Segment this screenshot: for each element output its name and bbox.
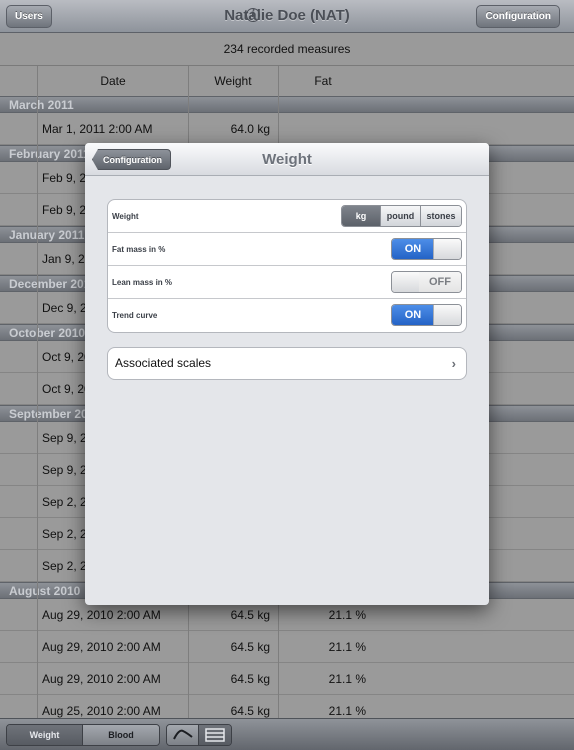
unit-segmented-control: kg pound stones (341, 205, 462, 227)
bottom-toolbar: Weight Blood pressure (0, 718, 574, 750)
unit-kg-option[interactable]: kg (342, 206, 381, 226)
fat-mass-row: Fat mass in % ON (108, 233, 466, 266)
table-row[interactable]: Aug 29, 2010 2:00 AM 64.5 kg 21.1 % (0, 663, 574, 695)
row-date: Aug 29, 2010 2:00 AM (42, 640, 161, 654)
column-header-weight[interactable]: Weight (188, 66, 278, 96)
toggle-knob (433, 239, 461, 259)
column-divider (37, 66, 38, 718)
trend-graph-icon[interactable] (167, 725, 199, 745)
measures-count: 234 recorded measures (0, 33, 574, 66)
column-header-date[interactable]: Date (38, 66, 188, 96)
row-weight: 64.5 kg (230, 640, 270, 654)
row-date: Aug 25, 2010 2:00 AM (42, 704, 161, 718)
unit-stones-option[interactable]: stones (421, 206, 461, 226)
lean-mass-toggle[interactable]: OFF (391, 271, 462, 293)
toggle-knob (392, 272, 420, 292)
row-weight: 64.0 kg (230, 122, 270, 136)
row-fat: 21.1 % (328, 640, 366, 654)
view-mode-segmented-control (166, 724, 232, 746)
row-fat: 21.1 % (328, 704, 366, 718)
toggle-knob (433, 305, 461, 325)
popover-navigation-bar: Weight Configuration (85, 143, 489, 176)
measure-type-segmented-control: Weight Blood pressure (6, 724, 160, 746)
configuration-back-button[interactable]: Configuration (92, 149, 171, 170)
section-header: March 2011 (0, 96, 574, 113)
lean-mass-label: Lean mass in % (112, 278, 173, 287)
list-icon[interactable] (199, 725, 231, 745)
row-date: Aug 29, 2010 2:00 AM (42, 672, 161, 686)
unit-pound-option[interactable]: pound (381, 206, 421, 226)
fat-mass-label: Fat mass in % (112, 245, 166, 254)
info-icon[interactable]: i (246, 8, 260, 22)
row-date: Mar 1, 2011 2:00 AM (42, 122, 153, 136)
column-header: Date Weight Fat (0, 66, 574, 96)
weight-unit-label: Weight (112, 212, 139, 221)
trend-curve-label: Trend curve (112, 311, 158, 320)
weight-unit-row: Weight kg pound stones (108, 200, 466, 233)
associated-scales-row[interactable]: Associated scales › (107, 347, 467, 380)
blood-pressure-tab[interactable]: Blood pressure (83, 725, 159, 745)
column-header-fat[interactable]: Fat (278, 66, 368, 96)
toggle-state-text: ON (392, 305, 434, 325)
chevron-right-icon: › (451, 356, 456, 371)
associated-scales-label: Associated scales (115, 356, 212, 370)
lean-mass-row: Lean mass in % OFF (108, 266, 466, 299)
configuration-button[interactable]: Configuration (476, 5, 560, 28)
fat-mass-toggle[interactable]: ON (391, 238, 462, 260)
row-weight: 64.5 kg (230, 704, 270, 718)
table-row[interactable]: Aug 25, 2010 2:00 AM 64.5 kg 21.1 % (0, 695, 574, 718)
trend-curve-row: Trend curve ON (108, 299, 466, 332)
trend-curve-toggle[interactable]: ON (391, 304, 462, 326)
top-navigation-bar: Users Natalie Doe (NAT) i Configuration (0, 0, 574, 33)
table-row[interactable]: Aug 29, 2010 2:00 AM 64.5 kg 21.1 % (0, 631, 574, 663)
row-weight: 64.5 kg (230, 672, 270, 686)
toggle-state-text: ON (392, 239, 434, 259)
toggle-state-text: OFF (419, 272, 461, 292)
settings-group: Weight kg pound stones Fat mass in % ON … (107, 199, 467, 333)
weight-settings-popover: Weight Configuration Weight kg pound sto… (85, 143, 489, 605)
weight-tab[interactable]: Weight (7, 725, 83, 745)
row-fat: 21.1 % (328, 672, 366, 686)
table-row[interactable]: Mar 1, 2011 2:00 AM 64.0 kg (0, 113, 574, 145)
